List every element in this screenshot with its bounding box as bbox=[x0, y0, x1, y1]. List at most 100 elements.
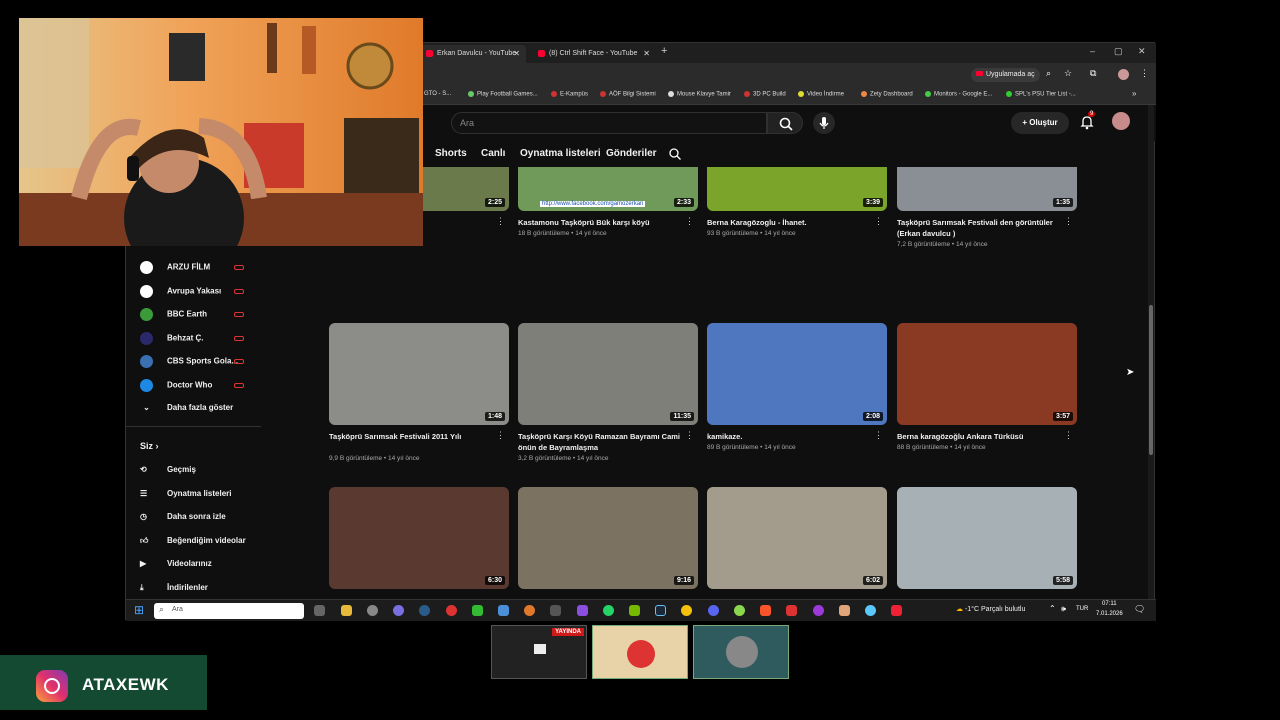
close-tab-icon[interactable]: ✕ bbox=[513, 45, 520, 63]
app-icon[interactable] bbox=[472, 605, 483, 616]
video-card[interactable]: 3:39 Berna Karagözoglu - İhanet. 93 B görü… bbox=[707, 167, 887, 269]
search-button[interactable] bbox=[767, 112, 803, 134]
settings-icon[interactable] bbox=[367, 605, 378, 616]
tab-shorts[interactable]: Shorts bbox=[435, 148, 467, 159]
bookmark-item[interactable]: E-Kampüs bbox=[551, 91, 588, 98]
video-thumbnail[interactable]: 2:08 bbox=[707, 323, 887, 425]
video-thumbnail[interactable]: 6:30 bbox=[329, 487, 509, 589]
app-icon[interactable] bbox=[734, 605, 745, 616]
video-menu-icon[interactable]: ⋮ bbox=[496, 216, 505, 227]
bookmark-item[interactable]: AÖF Bilgi Sistemi bbox=[600, 91, 656, 98]
open-in-app-button[interactable]: Uygulamada aç bbox=[971, 68, 1040, 82]
search-input[interactable]: Ara bbox=[451, 112, 767, 134]
notifications-button[interactable]: 9 bbox=[1079, 111, 1096, 130]
video-thumbnail[interactable]: 11:35 bbox=[518, 323, 698, 425]
windows-start-icon[interactable]: ⊞ bbox=[134, 603, 144, 617]
sidebar-item-downloads[interactable]: ⤓ İndirilenler bbox=[140, 583, 208, 593]
clock-date[interactable]: 7.01.2026 bbox=[1096, 611, 1123, 617]
new-tab-button[interactable]: + bbox=[661, 45, 667, 57]
video-thumbnail[interactable]: 9:16 bbox=[518, 487, 698, 589]
video-thumbnail[interactable]: 3:57 bbox=[897, 323, 1077, 425]
video-card[interactable]: 3:57 Berna karagözoğlu Ankara Türküsü 88 B… bbox=[897, 323, 1077, 483]
steam-icon[interactable] bbox=[419, 605, 430, 616]
tab-ctrl-shift-face[interactable]: (8) Ctrl Shift Face - YouTube ✕ bbox=[528, 45, 656, 63]
app-icon[interactable] bbox=[891, 605, 902, 616]
video-card[interactable]: 6:30 bbox=[329, 487, 509, 601]
scene-thumbnail[interactable] bbox=[693, 625, 789, 679]
video-menu-icon[interactable]: ⋮ bbox=[874, 216, 883, 227]
create-button[interactable]: + Oluştur bbox=[1011, 112, 1069, 134]
app-icon[interactable] bbox=[550, 605, 561, 616]
clock-time[interactable]: 07:11 bbox=[1102, 601, 1117, 607]
video-title[interactable]: Taşköprü Sarımsak Festivali den görüntül… bbox=[897, 217, 1065, 239]
bookmarks-overflow-button[interactable]: » bbox=[1132, 89, 1136, 98]
video-card[interactable]: 2:08 kamikaze. 89 B görüntüleme • 14 yıl ö… bbox=[707, 323, 887, 483]
scrollbar[interactable] bbox=[1148, 105, 1154, 601]
notification-center-icon[interactable]: 🗨︎ bbox=[1134, 604, 1145, 615]
sidebar-item-arzu-film[interactable]: ARZU FİLM bbox=[140, 261, 210, 274]
speaker-icon[interactable]: 🕪︎ bbox=[1061, 604, 1066, 614]
bookmark-item[interactable]: SPL's PSU Tier List -... bbox=[1006, 91, 1076, 98]
video-thumbnail[interactable]: 3:39 bbox=[707, 167, 887, 211]
video-card[interactable]: 9:16 bbox=[518, 487, 698, 601]
you-section-header[interactable]: Siz › bbox=[140, 441, 159, 451]
app-icon[interactable] bbox=[446, 605, 457, 616]
show-more-button[interactable]: ⌄ Daha fazla göster bbox=[140, 403, 233, 412]
video-menu-icon[interactable]: ⋮ bbox=[685, 430, 694, 441]
video-menu-icon[interactable]: ⋮ bbox=[1064, 430, 1073, 441]
app-icon[interactable] bbox=[865, 605, 876, 616]
close-tab-icon[interactable]: ✕ bbox=[643, 45, 650, 63]
video-menu-icon[interactable]: ⋮ bbox=[1064, 216, 1073, 227]
app-icon[interactable] bbox=[813, 605, 824, 616]
bookmark-star-icon[interactable]: ☆ bbox=[1064, 68, 1072, 79]
app-icon[interactable] bbox=[839, 605, 850, 616]
bookmark-item[interactable]: Zety Dashboard bbox=[861, 91, 913, 98]
app-icon[interactable] bbox=[498, 605, 509, 616]
sidebar-item-watch-later[interactable]: ◷ Daha sonra izle bbox=[140, 512, 226, 521]
brave-icon[interactable] bbox=[760, 605, 771, 616]
bookmark-item[interactable]: Mouse Klavye Tamir bbox=[668, 91, 731, 98]
tab-posts[interactable]: Gönderiler bbox=[606, 148, 657, 159]
sidebar-item-cbs-sports[interactable]: CBS Sports Gola... bbox=[140, 355, 238, 368]
sidebar-item-playlists[interactable]: ☰ Oynatma listeleri bbox=[140, 489, 231, 498]
video-menu-icon[interactable]: ⋮ bbox=[685, 216, 694, 227]
app-icon[interactable] bbox=[524, 605, 535, 616]
video-card[interactable]: 5:58 bbox=[897, 487, 1077, 601]
profile-avatar[interactable] bbox=[1118, 69, 1129, 80]
video-thumbnail[interactable]: 2:33 http://www.facebook.com/gamozerkan bbox=[518, 167, 698, 211]
video-menu-icon[interactable]: ⋮ bbox=[496, 430, 505, 441]
video-thumbnail[interactable]: 5:58 bbox=[897, 487, 1077, 589]
sidebar-item-your-videos[interactable]: ▶ Videolarınız bbox=[140, 559, 212, 568]
whatsapp-icon[interactable] bbox=[603, 605, 614, 616]
tray-chevron-icon[interactable]: ⌃ bbox=[1049, 604, 1056, 613]
task-view-icon[interactable] bbox=[314, 605, 325, 616]
video-thumbnail[interactable]: 6:02 bbox=[707, 487, 887, 589]
steam-icon[interactable] bbox=[655, 605, 666, 616]
bookmark-item[interactable]: Monitors - Google E... bbox=[925, 91, 992, 98]
video-card[interactable]: 1:48 Taşköprü Sarımsak Festivali 2011 Yıl… bbox=[329, 323, 509, 483]
video-title[interactable]: Taşköprü Sarımsak Festivali 2011 Yılı bbox=[329, 431, 497, 442]
tab-playlists[interactable]: Oynatma listeleri bbox=[520, 148, 601, 159]
close-window-button[interactable]: ✕ bbox=[1138, 46, 1146, 57]
bookmark-item[interactable]: Video İndirme bbox=[798, 91, 844, 98]
extensions-icon[interactable]: ⧉ bbox=[1090, 68, 1096, 79]
language-indicator[interactable]: TUR bbox=[1076, 606, 1088, 612]
video-title[interactable]: Taşköprü Karşı Köyü Ramazan Bayramı Cami… bbox=[518, 431, 686, 453]
menu-kebab-icon[interactable]: ⋮ bbox=[1140, 68, 1149, 79]
app-icon[interactable] bbox=[786, 605, 797, 616]
bookmark-item[interactable]: GTO - S... bbox=[424, 91, 451, 97]
sidebar-item-bbc-earth[interactable]: BBC Earth bbox=[140, 308, 207, 321]
video-title[interactable]: Kastamonu Taşköprü Bük karşı köyü bbox=[518, 217, 686, 228]
app-icon[interactable] bbox=[577, 605, 588, 616]
video-title[interactable]: kamikaze. bbox=[707, 431, 875, 442]
sidebar-item-avrupa-yakasi[interactable]: Avrupa Yakası bbox=[140, 285, 221, 298]
video-thumbnail[interactable]: 1:35 bbox=[897, 167, 1077, 211]
video-thumbnail[interactable]: 1:48 bbox=[329, 323, 509, 425]
weather-widget[interactable]: ☁ -1°C Parçalı bulutlu bbox=[956, 605, 1025, 613]
account-avatar[interactable] bbox=[1112, 112, 1130, 130]
maximize-button[interactable]: ▢ bbox=[1114, 46, 1123, 57]
channel-search-icon[interactable] bbox=[668, 147, 682, 161]
sidebar-item-history[interactable]: ⟲ Geçmiş bbox=[140, 465, 196, 474]
scene-thumbnail[interactable] bbox=[592, 625, 688, 679]
file-explorer-icon[interactable] bbox=[341, 605, 352, 616]
